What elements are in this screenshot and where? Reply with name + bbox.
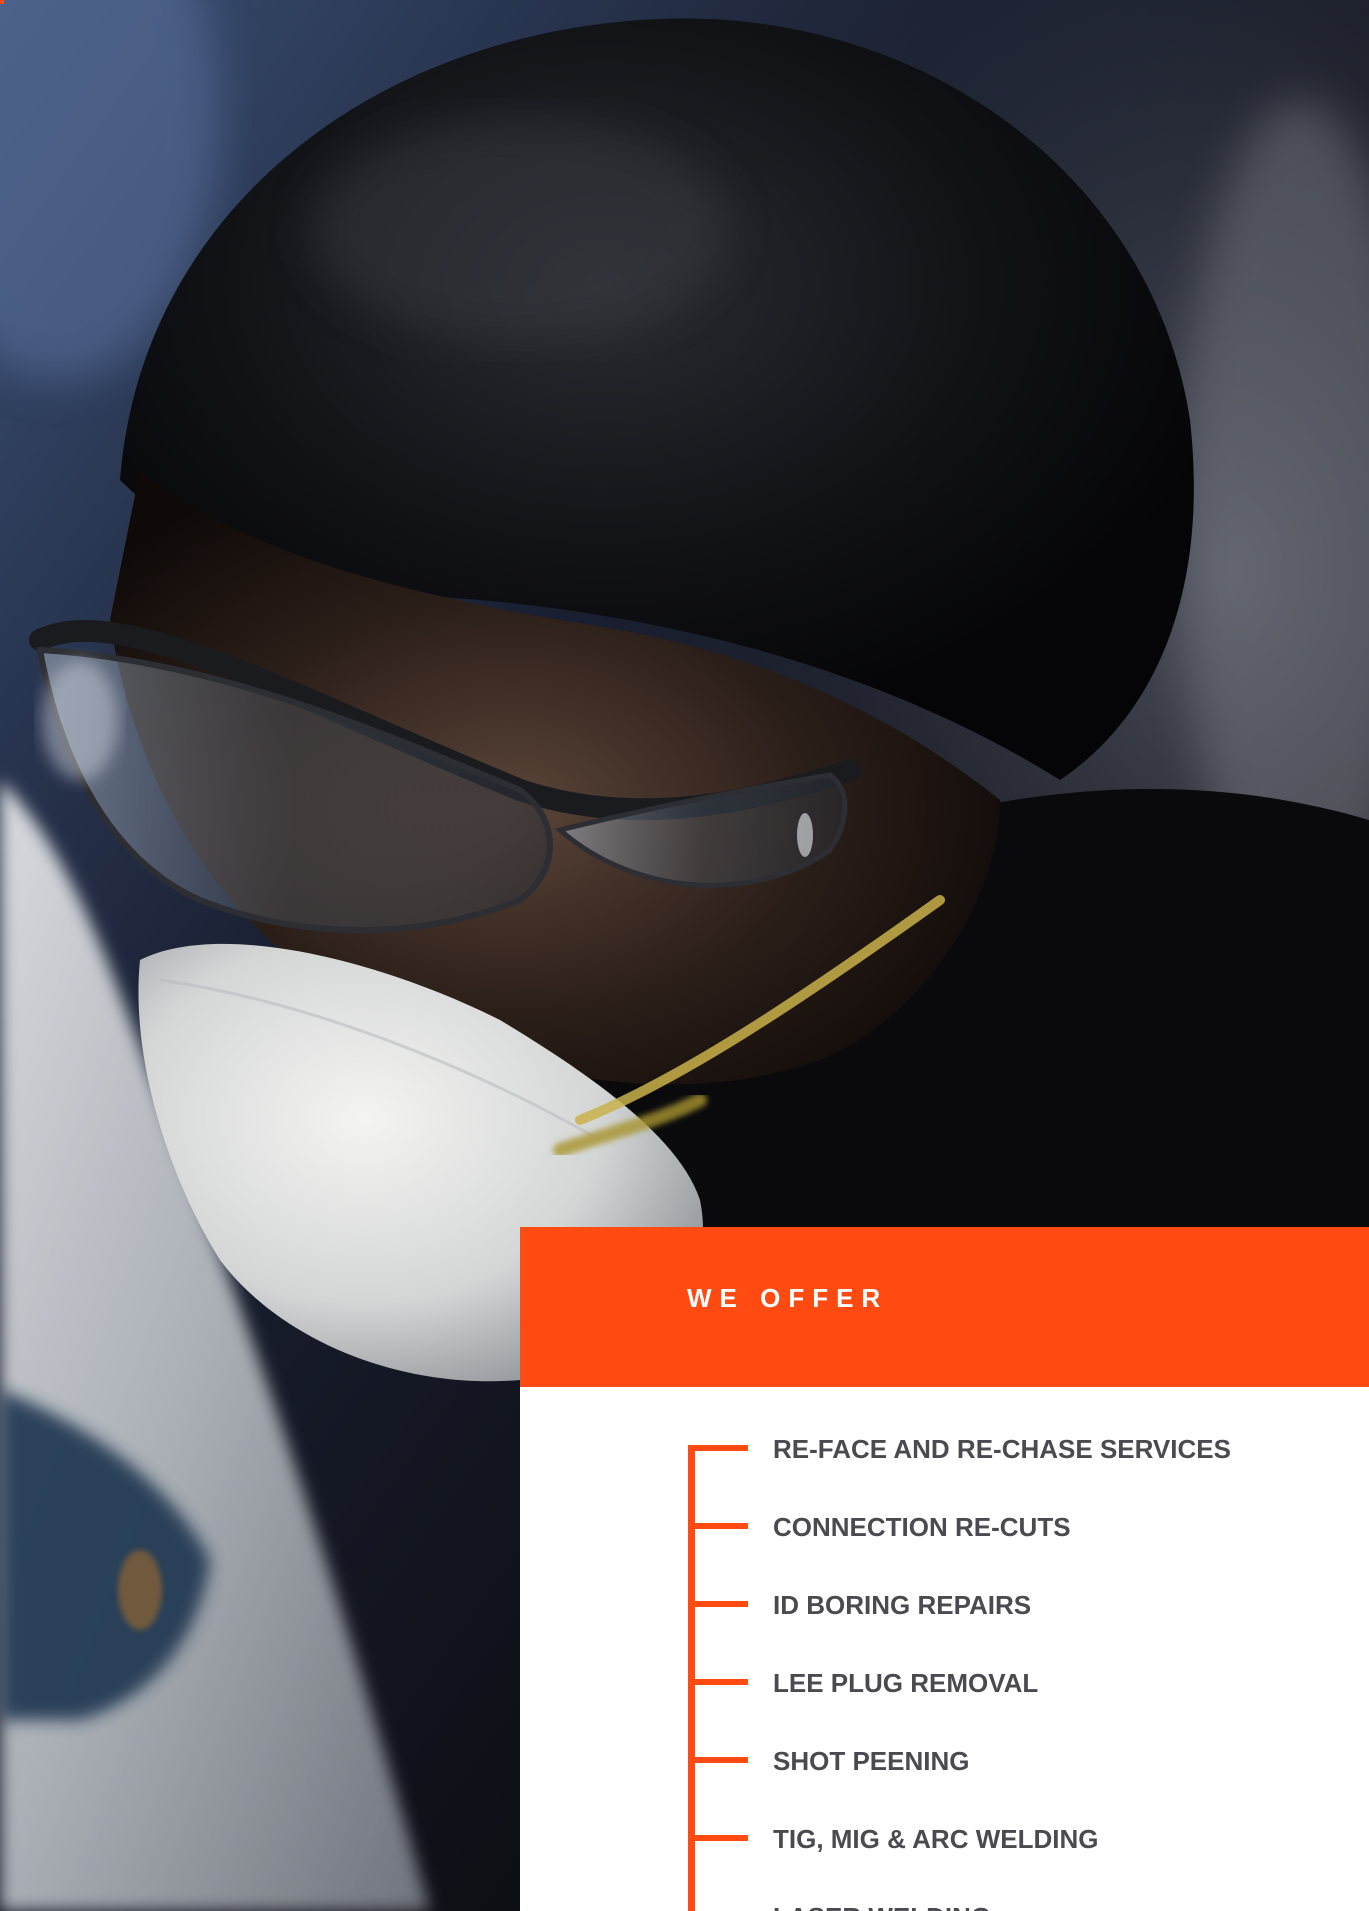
offer-item-laser-welding: LASER WELDING bbox=[688, 1897, 1348, 1911]
offer-item-reface-rechase: RE-FACE AND RE-CHASE SERVICES bbox=[688, 1429, 1348, 1507]
offer-item-welding: TIG, MIG & ARC WELDING bbox=[688, 1819, 1348, 1897]
offer-item-tick bbox=[688, 1835, 748, 1841]
offer-item-tick bbox=[688, 1757, 748, 1763]
offer-item-label: ID BORING REPAIRS bbox=[773, 1590, 1032, 1620]
offer-item-label: LASER WELDING bbox=[773, 1902, 991, 1911]
offer-panel: RE-FACE AND RE-CHASE SERVICES CONNECTION… bbox=[520, 1387, 1369, 1911]
offer-item-id-boring: ID BORING REPAIRS bbox=[688, 1585, 1348, 1663]
offer-item-label: TIG, MIG & ARC WELDING bbox=[773, 1824, 1099, 1854]
offer-item-label: CONNECTION RE-CUTS bbox=[773, 1512, 1071, 1542]
offer-header: WE OFFER bbox=[520, 1227, 1369, 1387]
offer-item-tick bbox=[688, 1523, 748, 1529]
offer-item-lee-plug: LEE PLUG REMOVAL bbox=[688, 1663, 1348, 1741]
offer-item-label: SHOT PEENING bbox=[773, 1746, 970, 1776]
offer-title: WE OFFER bbox=[687, 1283, 889, 1313]
offer-item-label: RE-FACE AND RE-CHASE SERVICES bbox=[773, 1434, 1231, 1464]
offer-item-tick bbox=[688, 1679, 748, 1685]
offer-item-tick bbox=[688, 1445, 748, 1451]
corner-accent bbox=[0, 0, 4, 4]
offer-list: RE-FACE AND RE-CHASE SERVICES CONNECTION… bbox=[688, 1429, 1348, 1911]
offer-item-shot-peening: SHOT PEENING bbox=[688, 1741, 1348, 1819]
offer-item-tick bbox=[688, 1601, 748, 1607]
offer-item-label: LEE PLUG REMOVAL bbox=[773, 1668, 1039, 1698]
offer-item-connection-recuts: CONNECTION RE-CUTS bbox=[688, 1507, 1348, 1585]
